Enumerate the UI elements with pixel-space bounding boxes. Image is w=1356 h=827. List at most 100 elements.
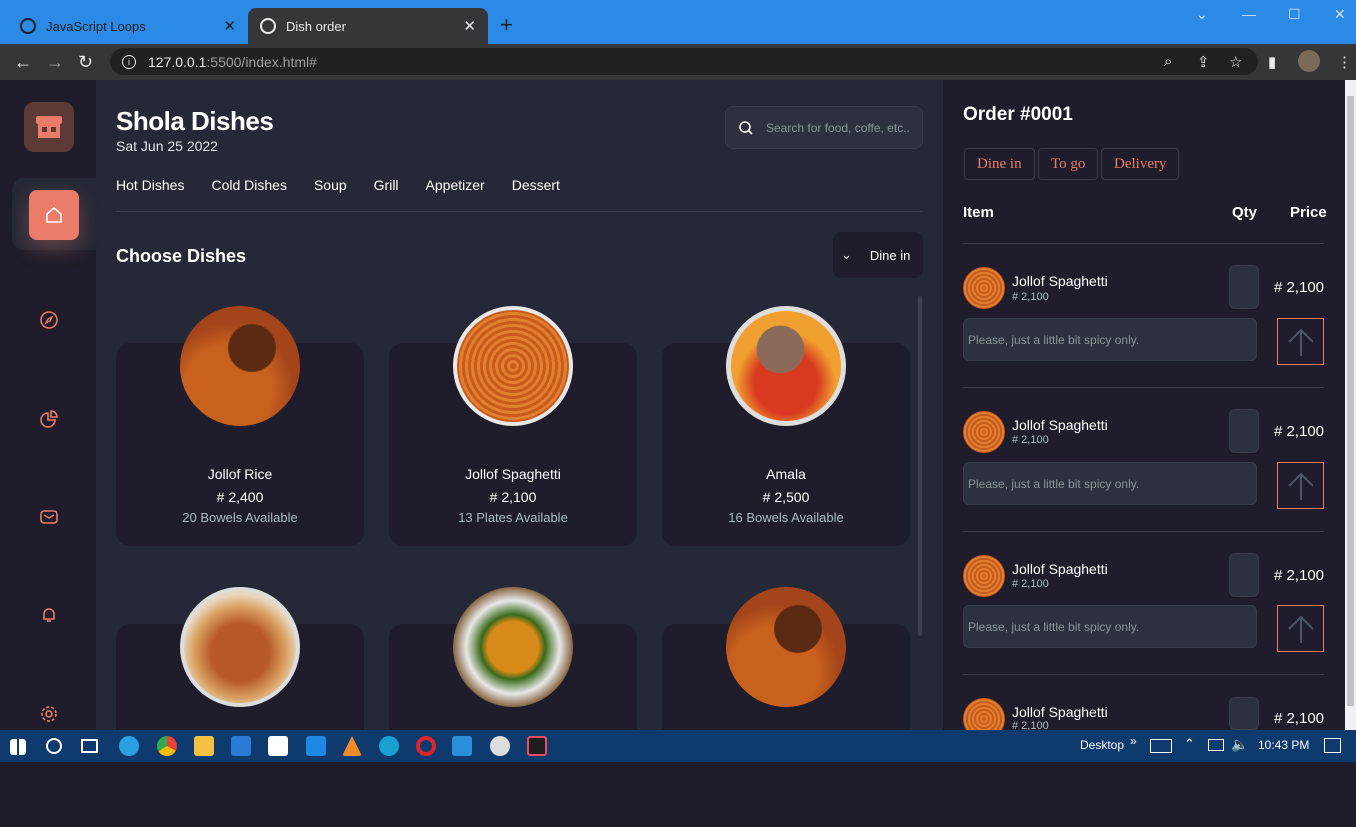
order-item-name: Jollof Spaghetti (1012, 417, 1108, 433)
dish-price: # 2,100 (489, 489, 537, 505)
store-logo-icon[interactable] (24, 102, 74, 152)
order-item-name: Jollof Spaghetti (1012, 561, 1108, 577)
page-scrollbar[interactable] (1345, 80, 1356, 730)
chrome-icon[interactable] (157, 736, 177, 756)
chevron-right-icon[interactable]: » (1130, 734, 1137, 748)
arrow-up-icon[interactable] (1277, 318, 1324, 365)
task-view-icon[interactable] (81, 739, 98, 753)
share-icon[interactable]: ⇪ (1197, 53, 1210, 71)
tab-grill[interactable]: Grill (374, 177, 399, 193)
pie-chart-icon[interactable] (38, 408, 60, 430)
order-type-to-go[interactable]: To go (1038, 148, 1099, 180)
keyboard-icon[interactable] (1150, 739, 1172, 753)
url-path: :5500/index.html# (206, 53, 317, 70)
section-title: Choose Dishes (116, 246, 247, 266)
obs-icon[interactable] (490, 736, 510, 756)
order-type-delivery[interactable]: Delivery (1101, 148, 1180, 180)
order-item-name: Jollof Spaghetti (1012, 704, 1108, 720)
column-header-item: Item (963, 204, 994, 221)
figma-icon[interactable] (527, 736, 547, 756)
tab-cold-dishes[interactable]: Cold Dishes (211, 177, 286, 193)
tab-dessert[interactable]: Dessert (512, 177, 560, 193)
order-note-input[interactable]: Please, just a little bit spicy only. (963, 605, 1257, 648)
amala-image (726, 306, 846, 426)
gear-icon[interactable] (38, 703, 60, 725)
avatar[interactable] (1298, 50, 1320, 72)
order-item-price: # 2,100 (1273, 567, 1324, 584)
store-icon[interactable] (231, 736, 251, 756)
volume-icon[interactable]: 🔈 (1231, 736, 1248, 753)
bell-icon[interactable] (38, 604, 60, 626)
notification-icon[interactable] (1324, 738, 1341, 753)
info-icon[interactable]: i (122, 54, 136, 69)
maximize-button[interactable]: ☐ (1288, 6, 1301, 23)
quantity-input[interactable] (1229, 553, 1259, 597)
forward-icon[interactable]: → (46, 52, 64, 73)
file-explorer-icon[interactable] (194, 736, 214, 756)
edge-dev-icon[interactable] (379, 736, 399, 756)
zoom-icon[interactable]: ⌕ (1164, 53, 1172, 70)
order-type-dine-in[interactable]: Dine in (964, 148, 1035, 180)
chevron-up-icon[interactable]: ⌃ (1184, 736, 1195, 752)
star-icon[interactable]: ☆ (1229, 53, 1242, 71)
divider (963, 674, 1324, 675)
page-date: Sat Jun 25 2022 (116, 138, 218, 154)
opera-icon[interactable] (416, 736, 436, 756)
new-tab-button[interactable]: + (500, 12, 513, 38)
battery-icon[interactable] (1208, 739, 1224, 751)
minimize-button[interactable]: — (1242, 6, 1256, 22)
chevron-down-icon[interactable]: ⌄ (1196, 6, 1208, 23)
tab-dish-order[interactable]: Dish order ✕ (248, 8, 488, 44)
dish-availability: 20 Bowels Available (182, 510, 298, 525)
arrow-up-icon[interactable] (1277, 605, 1324, 652)
dish-image (453, 587, 573, 707)
divider (963, 531, 1324, 532)
order-item-image (963, 411, 1005, 453)
side-panel-icon[interactable]: ▮ (1268, 53, 1276, 71)
tab-soup[interactable]: Soup (314, 177, 347, 193)
clock[interactable]: 10:43 PM (1258, 738, 1309, 752)
tab-appetizer[interactable]: Appetizer (426, 177, 485, 193)
document-icon[interactable] (306, 736, 326, 756)
back-icon[interactable]: ← (14, 52, 32, 73)
compass-icon[interactable] (38, 309, 60, 331)
edge-icon[interactable] (119, 736, 139, 756)
order-item-unit-price: # 2,100 (1012, 578, 1049, 590)
search-icon[interactable] (46, 738, 62, 754)
tab-hot-dishes[interactable]: Hot Dishes (116, 177, 184, 193)
quantity-input[interactable] (1229, 409, 1259, 453)
close-tab-icon[interactable]: ✕ (223, 17, 236, 35)
vscode-icon[interactable] (452, 736, 472, 756)
close-tab-icon[interactable]: ✕ (463, 17, 476, 35)
search-input[interactable]: Search for food, coffe, etc.. (725, 106, 923, 149)
reload-icon[interactable]: ↻ (78, 52, 93, 73)
dish-price: # 2,400 (216, 489, 264, 505)
chevron-down-icon: ⌄ (841, 247, 852, 262)
menu-icon[interactable]: ⋮ (1337, 53, 1352, 71)
close-window-button[interactable]: ✕ (1334, 6, 1346, 23)
column-header-price: Price (1290, 204, 1327, 221)
page-title: Shola Dishes (116, 106, 274, 136)
mail-app-icon[interactable] (268, 736, 288, 756)
dish-list-scrollbar[interactable] (918, 296, 922, 636)
mail-icon[interactable] (38, 506, 60, 528)
category-divider (116, 211, 923, 212)
divider (963, 387, 1324, 388)
order-note-input[interactable]: Please, just a little bit spicy only. (963, 318, 1257, 361)
quantity-input[interactable] (1229, 265, 1259, 309)
desktop-label[interactable]: Desktop (1080, 738, 1124, 752)
quantity-input[interactable] (1229, 697, 1259, 730)
search-placeholder: Search for food, coffe, etc.. (766, 120, 910, 135)
home-icon[interactable] (29, 190, 79, 240)
search-icon (739, 120, 753, 135)
globe-icon (260, 18, 276, 34)
tab-javascript-loops[interactable]: JavaScript Loops ✕ (8, 8, 248, 44)
jollof-rice-image (180, 306, 300, 426)
dish-availability: 16 Bowels Available (728, 510, 844, 525)
arrow-up-icon[interactable] (1277, 462, 1324, 509)
windows-start-icon[interactable] (10, 739, 26, 755)
url-host: 127.0.0.1 (148, 53, 207, 70)
dine-option-select[interactable]: ⌄ Dine in (833, 232, 923, 278)
url-field[interactable]: i 127.0.0.1:5500/index.html# (110, 48, 1258, 75)
order-note-input[interactable]: Please, just a little bit spicy only. (963, 462, 1257, 505)
